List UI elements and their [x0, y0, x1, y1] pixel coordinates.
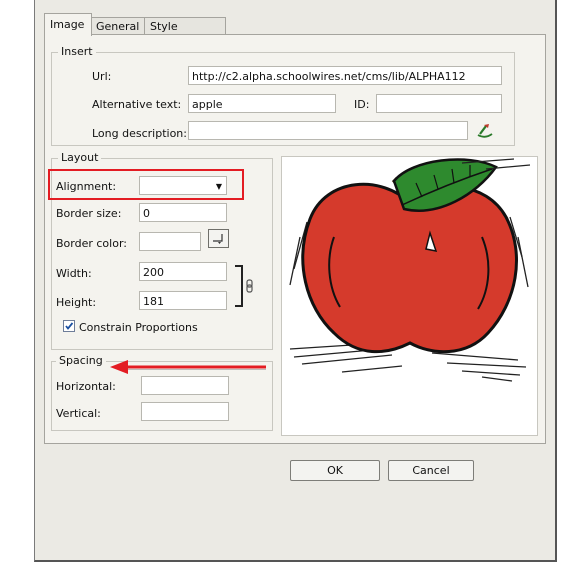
- alt-text-field[interactable]: apple: [188, 94, 336, 113]
- url-field[interactable]: http://c2.alpha.schoolwires.net/cms/lib/…: [188, 66, 502, 85]
- height-field[interactable]: 181: [139, 291, 227, 310]
- spacing-legend: Spacing: [56, 354, 106, 367]
- url-label: Url:: [92, 70, 112, 83]
- border-color-field[interactable]: [139, 232, 201, 251]
- alt-text-label: Alternative text:: [92, 98, 182, 111]
- image-preview: [281, 156, 538, 436]
- id-label: ID:: [354, 98, 370, 111]
- width-field[interactable]: 200: [139, 262, 227, 281]
- horizontal-field[interactable]: [141, 376, 229, 395]
- color-picker-icon[interactable]: [208, 229, 229, 248]
- cancel-button[interactable]: Cancel: [388, 460, 474, 481]
- tab-image[interactable]: Image: [44, 13, 92, 36]
- longdesc-browse-icon[interactable]: [475, 120, 495, 140]
- id-field[interactable]: [376, 94, 502, 113]
- layout-legend: Layout: [58, 151, 102, 164]
- long-description-label: Long description:: [92, 127, 187, 140]
- constrain-proportions-checkbox[interactable]: [63, 320, 75, 332]
- horizontal-label: Horizontal:: [56, 380, 116, 393]
- width-label: Width:: [56, 267, 92, 280]
- height-label: Height:: [56, 296, 97, 309]
- border-size-label: Border size:: [56, 207, 122, 220]
- constrain-proportions-label: Constrain Proportions: [79, 321, 198, 334]
- vertical-label: Vertical:: [56, 407, 101, 420]
- border-size-field[interactable]: 0: [139, 203, 227, 222]
- annotation-arrow: [108, 357, 270, 375]
- chain-link-icon[interactable]: [232, 264, 260, 308]
- long-description-field[interactable]: [188, 121, 468, 140]
- vertical-field[interactable]: [141, 402, 229, 421]
- apple-image: [289, 158, 531, 382]
- ok-button[interactable]: OK: [290, 460, 380, 481]
- alignment-highlight-box: [48, 169, 244, 200]
- insert-legend: Insert: [58, 45, 96, 58]
- border-color-label: Border color:: [56, 237, 127, 250]
